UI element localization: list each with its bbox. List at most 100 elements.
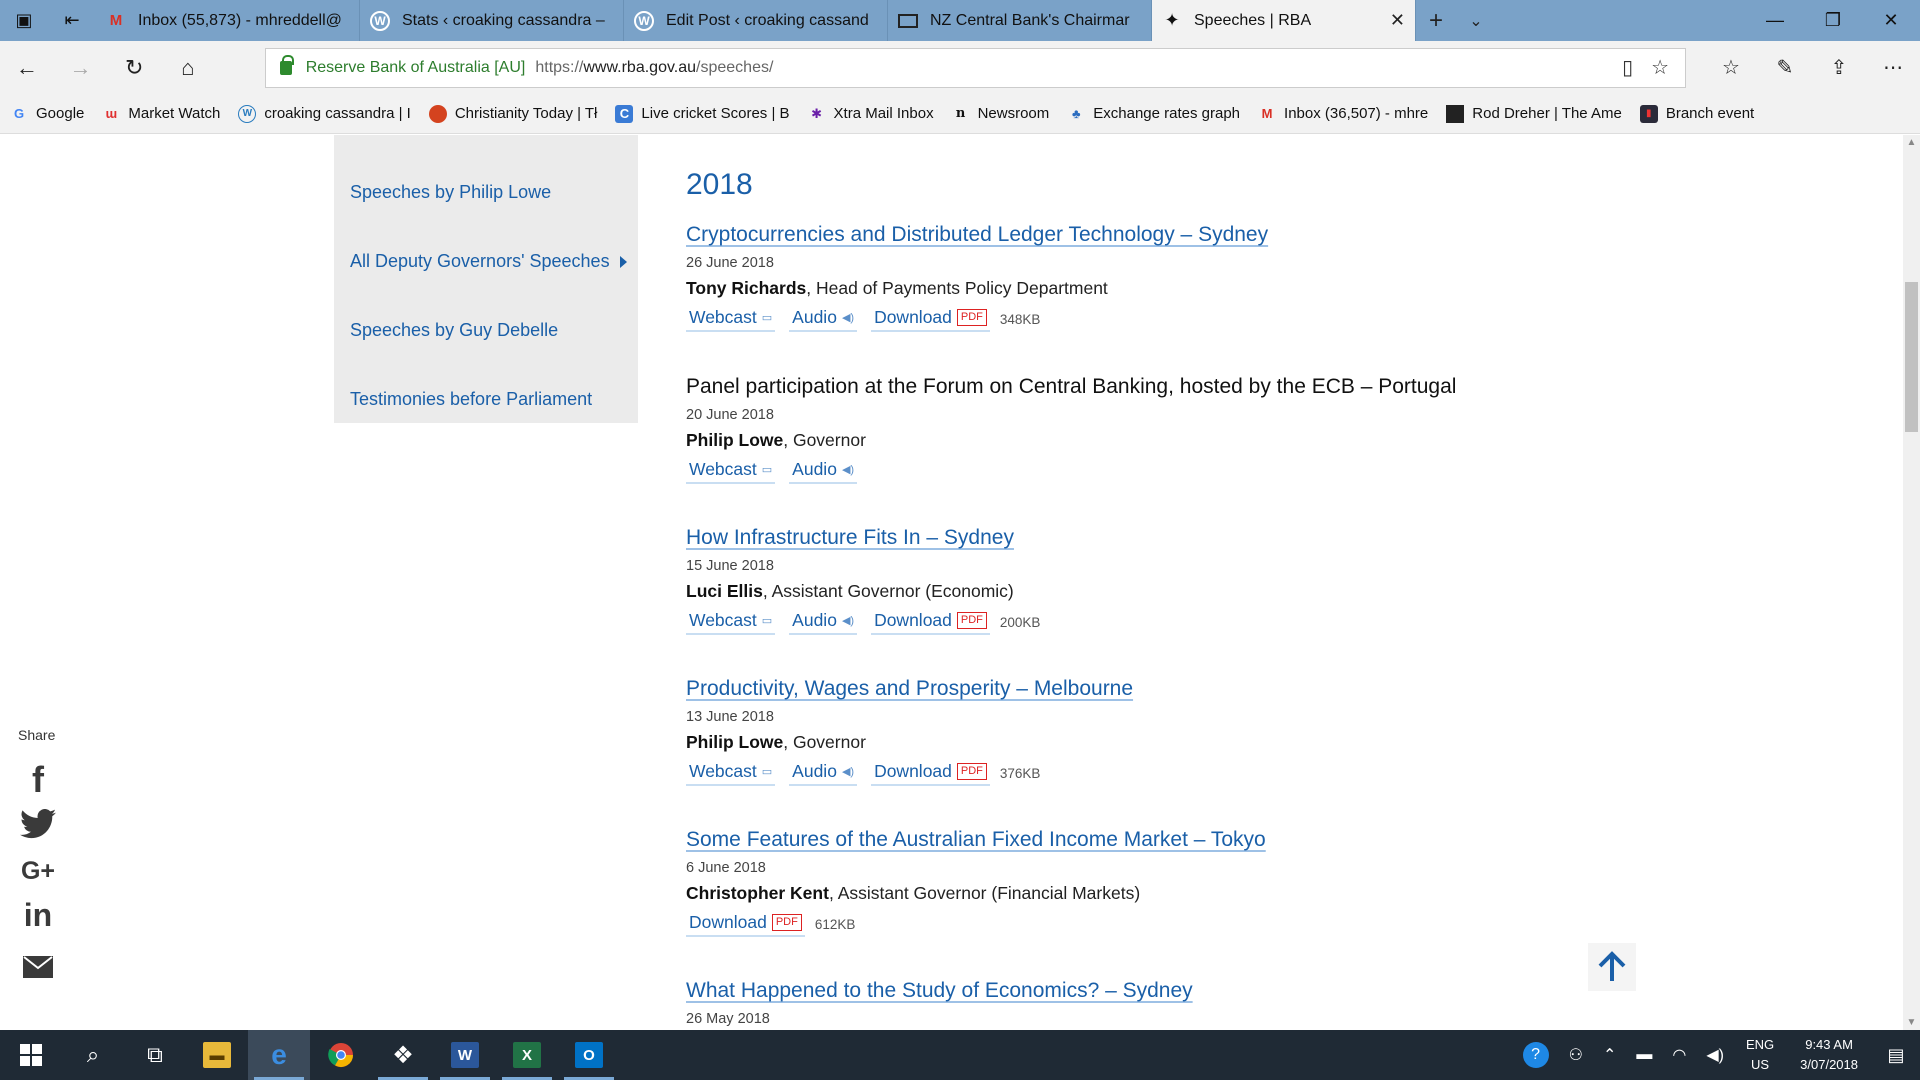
favorite-label: Inbox (36,507) - mhre bbox=[1284, 105, 1429, 122]
speech-title-link[interactable]: Cryptocurrencies and Distributed Ledger … bbox=[686, 223, 1586, 247]
favorite-inbox[interactable]: M Inbox (36,507) - mhre bbox=[1258, 105, 1429, 123]
download-label: Download bbox=[874, 610, 952, 630]
language-indicator[interactable]: ENG US bbox=[1734, 1035, 1786, 1075]
webcast-link[interactable]: Webcast ▭ bbox=[686, 459, 776, 484]
tab-nz-central-bank[interactable]: NZ Central Bank's Chairmar bbox=[888, 0, 1152, 41]
email-icon[interactable] bbox=[18, 955, 58, 979]
refresh-icon[interactable]: ↻ bbox=[107, 41, 161, 94]
new-tab-icon[interactable]: + bbox=[1416, 0, 1456, 41]
speech-links: Webcast ▭ Audio ◀) Download PDF 348KB bbox=[686, 307, 1586, 332]
tab-stats[interactable]: W Stats ‹ croaking cassandra – bbox=[360, 0, 624, 41]
sidebar-item-testimonies[interactable]: Testimonies before Parliament bbox=[350, 389, 592, 410]
chevron-down-icon[interactable]: ⌄ bbox=[1456, 0, 1496, 41]
tab-speeches-rba[interactable]: ✦ Speeches | RBA ✕ bbox=[1152, 0, 1416, 41]
set-aside-tabs-icon[interactable]: ⇤ bbox=[48, 0, 96, 41]
share-icon[interactable]: ⇪ bbox=[1812, 55, 1866, 80]
task-view-icon[interactable]: ⧉ bbox=[124, 1030, 186, 1080]
linkedin-icon[interactable]: in bbox=[18, 897, 58, 934]
audio-link[interactable]: Audio ◀) bbox=[789, 761, 858, 786]
search-icon[interactable]: ⌕ bbox=[62, 1030, 124, 1080]
excel-icon[interactable]: X bbox=[496, 1030, 558, 1080]
favorite-live-cricket[interactable]: C Live cricket Scores | B bbox=[615, 104, 790, 123]
minimize-icon[interactable]: — bbox=[1746, 0, 1804, 41]
download-link[interactable]: Download PDF bbox=[871, 610, 990, 635]
speech-item: What Happened to the Study of Economics?… bbox=[686, 979, 1586, 1027]
favorite-rod-dreher[interactable]: Rod Dreher | The Ame bbox=[1446, 104, 1622, 123]
facebook-icon[interactable]: f bbox=[18, 759, 58, 801]
favorite-exchange-rates[interactable]: ♣ Exchange rates graph bbox=[1067, 105, 1240, 123]
pen-icon[interactable]: ✎ bbox=[1758, 55, 1812, 80]
webcast-link[interactable]: Webcast ▭ bbox=[686, 307, 776, 332]
share-label: Share bbox=[18, 727, 56, 743]
clock[interactable]: 9:43 AM 3/07/2018 bbox=[1786, 1035, 1872, 1075]
favorite-christianity-today[interactable]: Christianity Today | Tł bbox=[428, 104, 598, 123]
vertical-scrollbar[interactable]: ▲ ▼ bbox=[1903, 135, 1920, 1030]
download-link[interactable]: Download PDF bbox=[686, 912, 805, 937]
word-icon[interactable]: W bbox=[434, 1030, 496, 1080]
help-icon[interactable]: ? bbox=[1522, 1042, 1549, 1068]
download-link[interactable]: Download PDF bbox=[871, 761, 990, 786]
address-bar[interactable]: Reserve Bank of Australia [AU] https://w… bbox=[264, 47, 1687, 88]
outlook-icon[interactable]: O bbox=[558, 1030, 620, 1080]
favorite-branch-event[interactable]: ▮ Branch event bbox=[1639, 104, 1755, 123]
action-center-icon[interactable]: ▤ bbox=[1872, 1045, 1920, 1066]
favorites-hub-icon[interactable]: ☆ bbox=[1704, 55, 1758, 80]
tab-actions-icon[interactable]: ▣ bbox=[0, 0, 48, 41]
keyboard-region: US bbox=[1751, 1057, 1770, 1072]
back-to-top-button[interactable] bbox=[1588, 943, 1636, 991]
scrollbar-thumb[interactable] bbox=[1905, 282, 1918, 432]
certificate-label[interactable]: Reserve Bank of Australia [AU] bbox=[306, 59, 526, 77]
favorite-label: Branch event bbox=[1665, 105, 1755, 122]
sidebar-item-philip-lowe[interactable]: Speeches by Philip Lowe bbox=[350, 182, 551, 203]
speech-links: Webcast ▭ Audio ◀) Download PDF 200KB bbox=[686, 610, 1586, 635]
audio-label: Audio bbox=[792, 459, 837, 479]
scroll-down-icon[interactable]: ▼ bbox=[1903, 1017, 1920, 1028]
favorite-star-icon[interactable]: ☆ bbox=[1651, 55, 1669, 80]
battery-icon[interactable]: ▬ bbox=[1626, 1046, 1662, 1064]
favorite-xtra-mail[interactable]: ✱ Xtra Mail Inbox bbox=[808, 105, 934, 123]
speech-title-link[interactable]: Some Features of the Australian Fixed In… bbox=[686, 828, 1586, 852]
download-link[interactable]: Download PDF bbox=[871, 307, 990, 332]
favorite-newsroom[interactable]: n Newsroom bbox=[952, 105, 1049, 123]
speech-title-link[interactable]: How Infrastructure Fits In – Sydney bbox=[686, 526, 1586, 550]
caret-right-icon[interactable] bbox=[620, 256, 627, 268]
dropbox-icon[interactable]: ❖ bbox=[372, 1030, 434, 1080]
favorite-croaking-cassandra[interactable]: Wcroaking cassandra | I bbox=[238, 104, 411, 123]
show-hidden-icons-icon[interactable]: ⌃ bbox=[1593, 1045, 1626, 1065]
webcast-link[interactable]: Webcast ▭ bbox=[686, 761, 776, 786]
close-tab-icon[interactable]: ✕ bbox=[1390, 10, 1405, 31]
speech-speaker: Philip Lowe, Governor bbox=[686, 732, 1586, 753]
tab-edit-post[interactable]: W Edit Post ‹ croaking cassand bbox=[624, 0, 888, 41]
tab-gmail[interactable]: M Inbox (55,873) - mhreddell@ bbox=[96, 0, 360, 41]
people-icon[interactable]: ⚇ bbox=[1559, 1045, 1593, 1065]
favorite-label: Christianity Today | Tł bbox=[454, 105, 598, 122]
edge-icon[interactable]: e bbox=[248, 1030, 310, 1080]
url-protocol: https:// bbox=[535, 58, 584, 76]
scroll-up-icon[interactable]: ▲ bbox=[1903, 137, 1920, 148]
sidebar-item-guy-debelle[interactable]: Speeches by Guy Debelle bbox=[350, 320, 558, 341]
speech-title-link[interactable]: What Happened to the Study of Economics?… bbox=[686, 979, 1586, 1003]
audio-link[interactable]: Audio ◀) bbox=[789, 610, 858, 635]
restore-icon[interactable]: ❐ bbox=[1804, 0, 1862, 41]
audio-link[interactable]: Audio ◀) bbox=[789, 307, 858, 332]
back-icon[interactable]: ← bbox=[0, 41, 54, 94]
volume-icon[interactable]: ◀) bbox=[1696, 1045, 1734, 1065]
url-host: www.rba.gov.au bbox=[583, 58, 697, 76]
twitter-icon[interactable] bbox=[18, 809, 58, 839]
speech-title-link[interactable]: Productivity, Wages and Prosperity – Mel… bbox=[686, 677, 1586, 701]
google-plus-icon[interactable]: G+ bbox=[18, 857, 58, 886]
reading-view-icon[interactable]: ▯ bbox=[1622, 55, 1633, 80]
chrome-icon[interactable] bbox=[310, 1030, 372, 1080]
close-window-icon[interactable]: ✕ bbox=[1862, 0, 1920, 41]
favorite-market-watch[interactable]: ɯ Market Watch bbox=[102, 105, 221, 123]
favorite-google[interactable]: G Google bbox=[10, 105, 84, 123]
windows-start-icon[interactable] bbox=[0, 1030, 62, 1080]
forward-icon[interactable]: → bbox=[54, 41, 108, 94]
audio-link[interactable]: Audio ◀) bbox=[789, 459, 858, 484]
webcast-link[interactable]: Webcast ▭ bbox=[686, 610, 776, 635]
more-icon[interactable]: ⋯ bbox=[1866, 55, 1920, 80]
wifi-icon[interactable]: ◠ bbox=[1662, 1045, 1696, 1065]
sidebar-item-deputy-governors[interactable]: All Deputy Governors' Speeches bbox=[350, 251, 610, 272]
home-icon[interactable]: ⌂ bbox=[161, 41, 215, 94]
file-explorer-icon[interactable]: ▬ bbox=[186, 1030, 248, 1080]
